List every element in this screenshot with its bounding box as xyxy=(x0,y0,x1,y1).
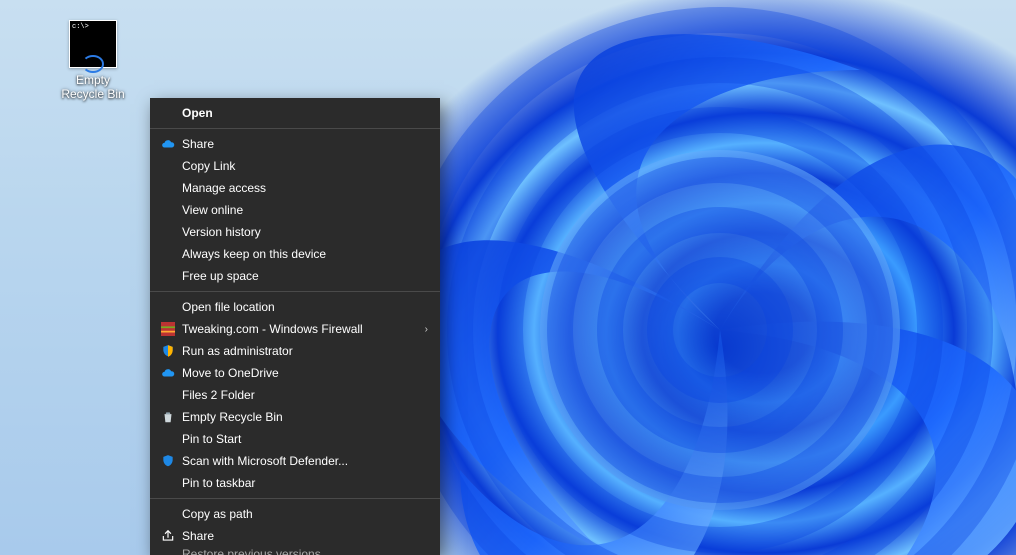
menu-item-label: Open xyxy=(182,106,428,120)
menu-item-copy-link[interactable]: Copy Link xyxy=(150,155,440,177)
blank-icon xyxy=(158,299,178,315)
recycle-bin-icon xyxy=(158,409,178,425)
menu-item-scan-defender[interactable]: Scan with Microsoft Defender... xyxy=(150,450,440,472)
menu-separator xyxy=(150,128,440,129)
menu-item-label: Restore previous versions xyxy=(182,547,321,555)
menu-item-label: Run as administrator xyxy=(182,344,428,358)
menu-item-tweaking-firewall[interactable]: Tweaking.com - Windows Firewall › xyxy=(150,318,440,340)
cloud-icon xyxy=(158,365,178,381)
menu-item-manage-access[interactable]: Manage access xyxy=(150,177,440,199)
menu-item-free-up-space[interactable]: Free up space xyxy=(150,265,440,287)
shield-icon xyxy=(158,343,178,359)
menu-item-run-as-admin[interactable]: Run as administrator xyxy=(150,340,440,362)
blank-icon xyxy=(158,105,178,121)
blank-icon xyxy=(158,506,178,522)
blank-icon xyxy=(158,475,178,491)
desktop-icon-label: Empty Recycle Bin xyxy=(55,72,131,102)
blank-icon xyxy=(158,246,178,262)
blank-icon xyxy=(158,180,178,196)
context-menu: Open Share Copy Link Manage access View … xyxy=(150,98,440,555)
menu-item-open[interactable]: Open xyxy=(150,102,440,124)
blank-icon xyxy=(158,202,178,218)
blank-icon xyxy=(158,268,178,284)
menu-item-move-onedrive[interactable]: Move to OneDrive xyxy=(150,362,440,384)
menu-item-empty-recycle-bin[interactable]: Empty Recycle Bin xyxy=(150,406,440,428)
menu-item-label: View online xyxy=(182,203,428,217)
menu-item-label: Share xyxy=(182,137,428,151)
menu-item-restore-previous-versions[interactable]: Restore previous versions xyxy=(150,547,440,555)
menu-item-open-file-location[interactable]: Open file location xyxy=(150,296,440,318)
blank-icon xyxy=(158,224,178,240)
menu-item-label: Files 2 Folder xyxy=(182,388,428,402)
menu-item-label: Always keep on this device xyxy=(182,247,428,261)
menu-item-label: Pin to Start xyxy=(182,432,428,446)
menu-item-files-2-folder[interactable]: Files 2 Folder xyxy=(150,384,440,406)
desktop-icon-empty-recycle-bin[interactable]: Empty Recycle Bin xyxy=(55,20,131,102)
blank-icon xyxy=(158,158,178,174)
batch-file-icon xyxy=(69,20,117,68)
menu-item-label: Version history xyxy=(182,225,428,239)
menu-item-copy-as-path[interactable]: Copy as path xyxy=(150,503,440,525)
menu-item-label: Move to OneDrive xyxy=(182,366,428,380)
menu-item-version-history[interactable]: Version history xyxy=(150,221,440,243)
menu-item-label: Copy Link xyxy=(182,159,428,173)
menu-item-pin-to-start[interactable]: Pin to Start xyxy=(150,428,440,450)
menu-item-label: Manage access xyxy=(182,181,428,195)
shield-blue-icon xyxy=(158,453,178,469)
menu-item-always-keep[interactable]: Always keep on this device xyxy=(150,243,440,265)
menu-item-label: Tweaking.com - Windows Firewall xyxy=(182,322,425,336)
menu-separator xyxy=(150,498,440,499)
blank-icon xyxy=(158,431,178,447)
menu-item-label: Free up space xyxy=(182,269,428,283)
menu-item-view-online[interactable]: View online xyxy=(150,199,440,221)
cloud-icon xyxy=(158,136,178,152)
menu-item-label: Share xyxy=(182,529,428,543)
menu-item-label: Empty Recycle Bin xyxy=(182,410,428,424)
menu-item-label: Open file location xyxy=(182,300,428,314)
menu-item-pin-to-taskbar[interactable]: Pin to taskbar xyxy=(150,472,440,494)
share-icon xyxy=(158,528,178,544)
blank-icon xyxy=(158,387,178,403)
firewall-icon xyxy=(158,321,178,337)
menu-separator xyxy=(150,291,440,292)
menu-item-label: Pin to taskbar xyxy=(182,476,428,490)
chevron-right-icon: › xyxy=(425,324,428,335)
menu-item-share-os[interactable]: Share xyxy=(150,525,440,547)
menu-item-share-onedrive[interactable]: Share xyxy=(150,133,440,155)
menu-item-label: Copy as path xyxy=(182,507,428,521)
menu-item-label: Scan with Microsoft Defender... xyxy=(182,454,428,468)
